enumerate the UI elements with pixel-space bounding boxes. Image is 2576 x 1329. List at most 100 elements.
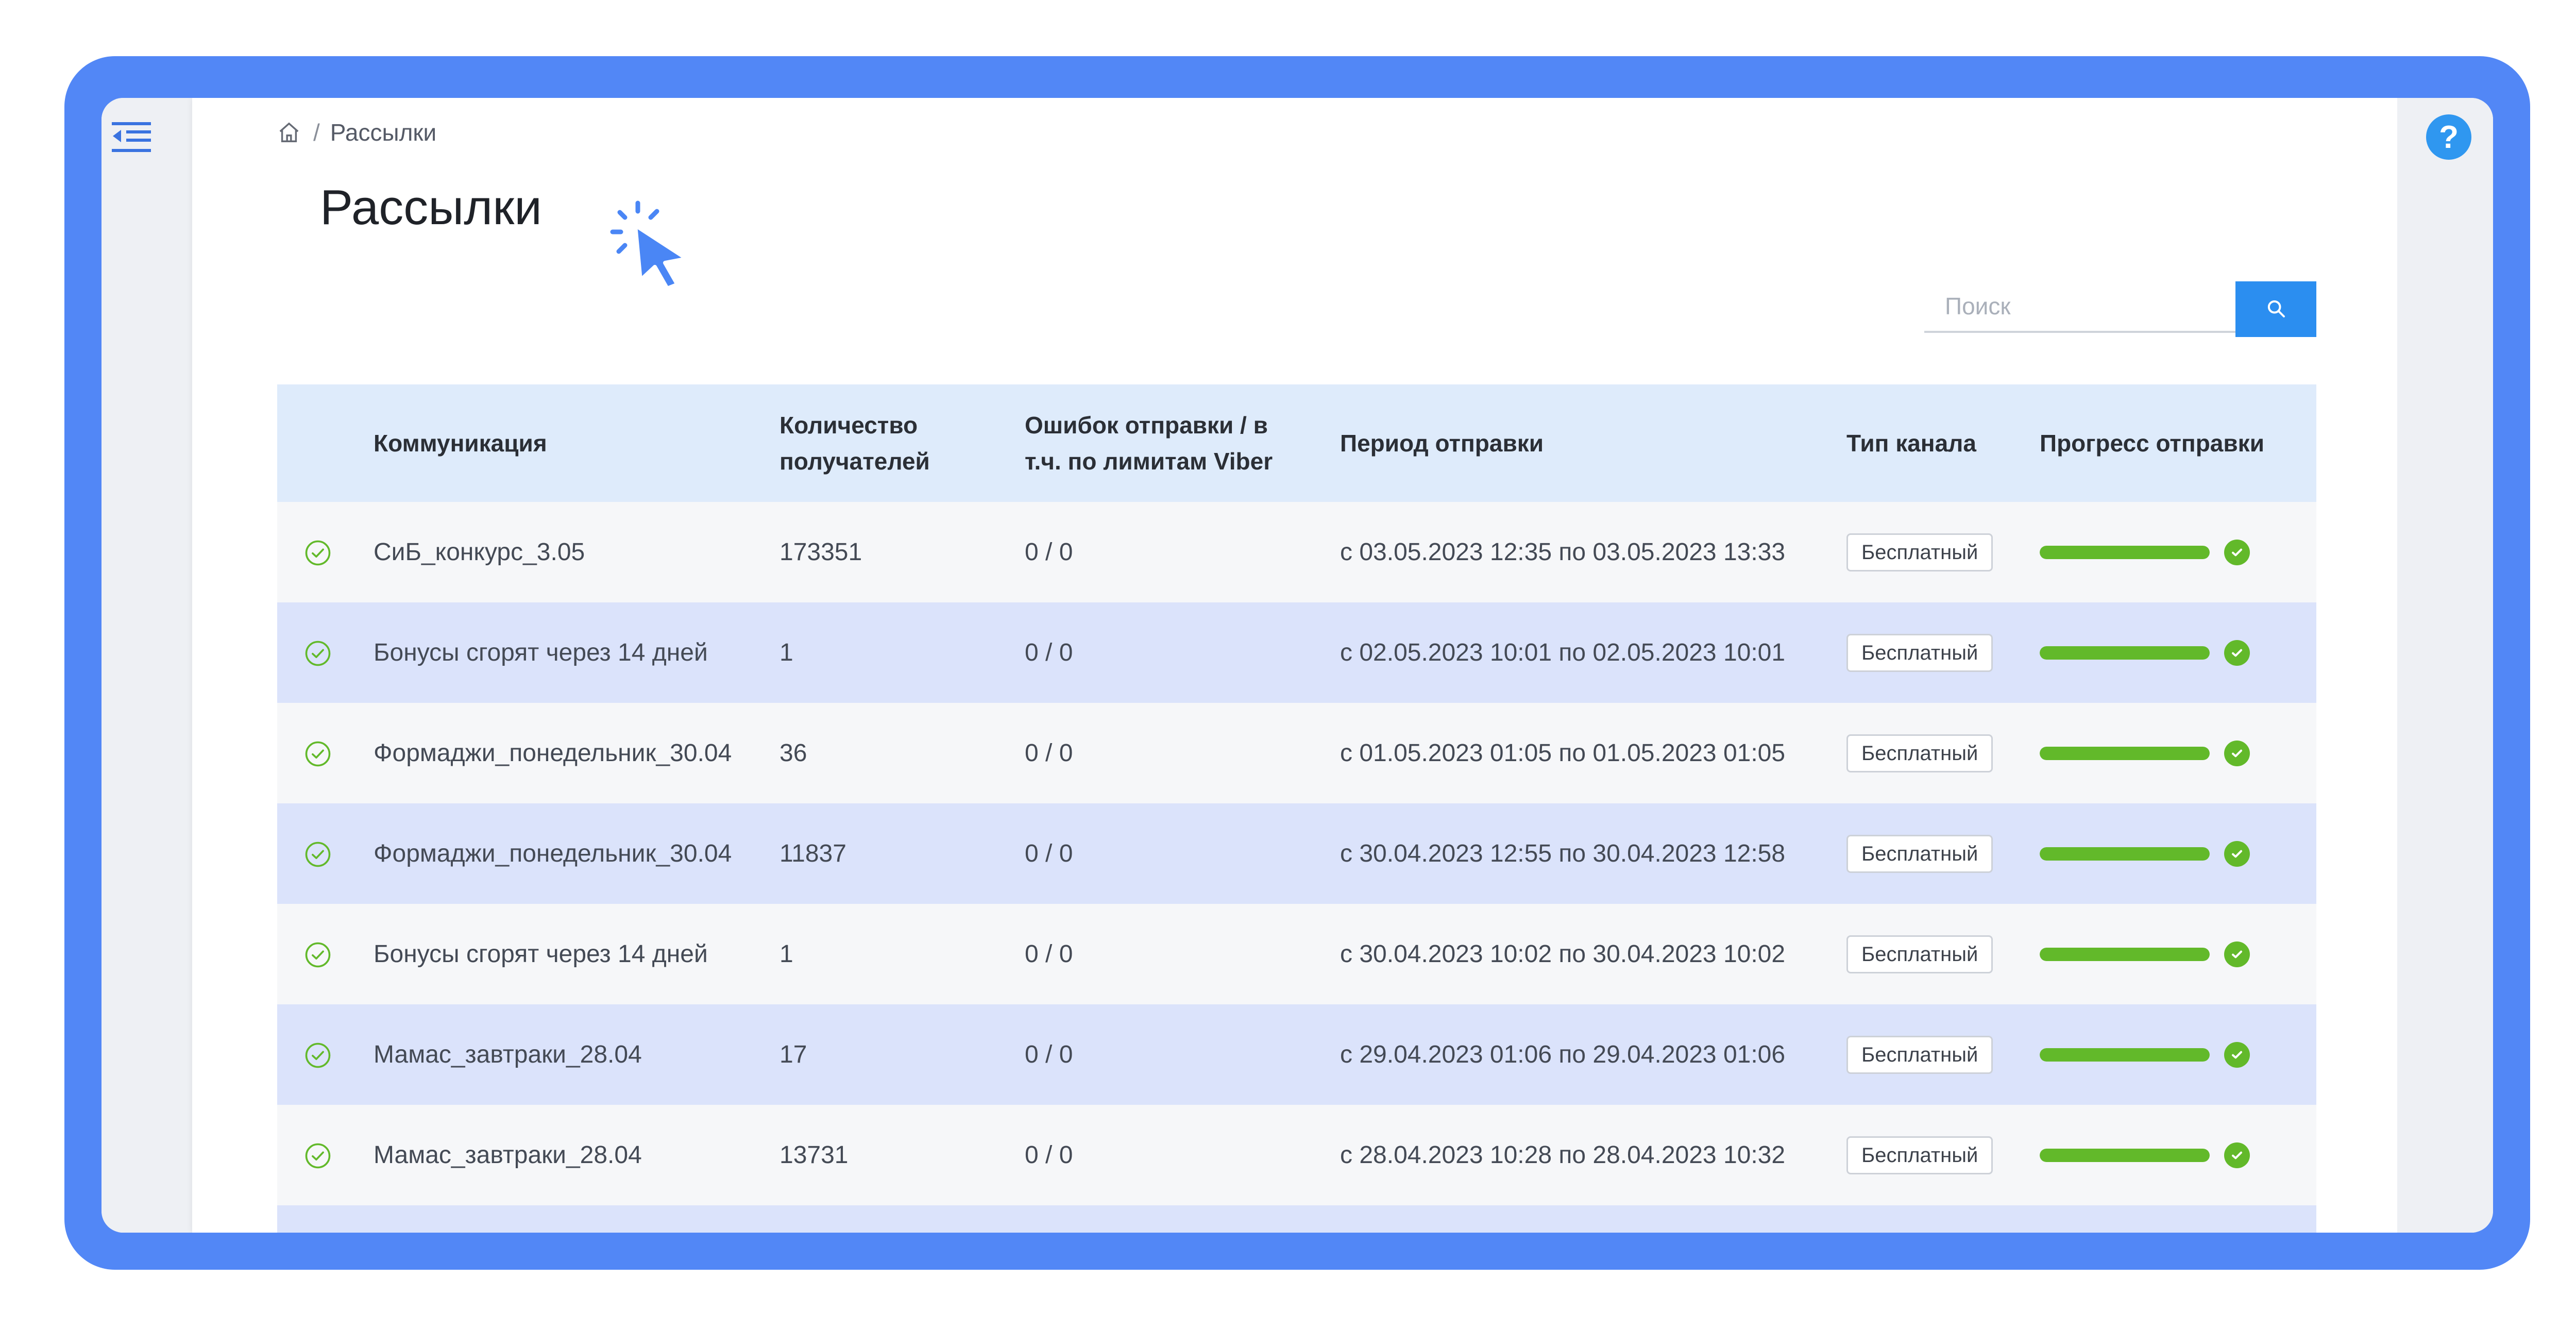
table-row[interactable]: СиБ_конкурс_3.05 173351 0 / 0с 03.05.2023 … <box>277 502 2316 602</box>
check-circle-icon <box>304 539 332 567</box>
progress-fill <box>2040 746 2210 760</box>
send-period: с 30.04.2023 10:02 по 30.04.2023 10:02 <box>1340 904 1846 1004</box>
channel-cell: Бесплатный <box>1846 703 2040 803</box>
status-cell <box>277 502 374 602</box>
errors-count: 0 / 0 <box>1025 1105 1340 1205</box>
column-header-period[interactable]: Период отправки <box>1340 384 1846 502</box>
check-circle-icon <box>304 941 332 969</box>
status-cell <box>277 703 374 803</box>
communication-name[interactable]: СиБ_конкурс_3.05 <box>374 502 779 602</box>
recipients-count: 1 <box>779 904 1025 1004</box>
search-button[interactable] <box>2235 281 2316 337</box>
check-circle-icon <box>304 1041 332 1069</box>
progress-fill <box>2040 847 2210 861</box>
progress-bar <box>2040 1048 2210 1062</box>
table-row[interactable]: Бонусы сгорят через 14 дней 1 0 / 0с 30.04… <box>277 904 2316 1004</box>
column-header-communication[interactable]: Коммуникация <box>374 384 779 502</box>
app-frame: / Рассылки Рассылки Поиск Коммуникация К… <box>64 56 2530 1270</box>
channel-cell: Бесплатный <box>1846 1004 2040 1105</box>
send-period: с 01.05.2023 01:05 по 01.05.2023 01:05 <box>1340 703 1846 803</box>
done-check-icon <box>2224 1142 2250 1168</box>
table-row[interactable]: Бонусы сгорят через 14 дней 1 0 / 0с 02.05… <box>277 602 2316 703</box>
main-content: / Рассылки Рассылки Поиск Коммуникация К… <box>192 98 2397 1233</box>
mailings-table: Коммуникация Количество получателей Ошиб… <box>277 384 2316 1233</box>
done-check-icon <box>2224 640 2250 666</box>
done-check-icon <box>2224 1041 2250 1068</box>
progress-cell <box>2040 1004 2316 1105</box>
progress-cell <box>2040 502 2316 602</box>
communication-name[interactable]: Бонусы сгорят через 14 дней <box>374 904 779 1004</box>
status-cell <box>277 1004 374 1105</box>
recipients-count: 11837 <box>779 803 1025 904</box>
channel-badge: Бесплатный <box>1846 633 1993 672</box>
progress-fill <box>2040 1048 2210 1062</box>
progress-fill <box>2040 947 2210 961</box>
progress-bar <box>2040 847 2210 861</box>
status-column-header <box>277 384 374 502</box>
search-input[interactable] <box>1924 281 2235 333</box>
search-icon <box>2266 298 2286 321</box>
progress-bar <box>2040 646 2210 660</box>
progress-cell <box>2040 1105 2316 1205</box>
recipients-count: 173351 <box>779 502 1025 602</box>
communication-name[interactable]: Формаджи_понедельник_30.04 <box>374 803 779 904</box>
progress-cell <box>2040 703 2316 803</box>
channel-badge: Бесплатный <box>1846 734 1993 772</box>
channel-cell: Бесплатный <box>1846 803 2040 904</box>
table-row[interactable]: Формаджи_понедельник_30.04 11837 0 / 0с 30… <box>277 803 2316 904</box>
done-check-icon <box>2224 941 2250 967</box>
progress-bar <box>2040 545 2210 559</box>
breadcrumb: / Рассылки <box>277 119 436 146</box>
communication-name[interactable]: Мамас_завтраки_28.04 <box>374 1004 779 1105</box>
errors-count: 0 / 0 <box>1025 602 1340 703</box>
done-check-icon <box>2224 840 2250 867</box>
send-period: с 30.04.2023 12:55 по 30.04.2023 12:58 <box>1340 803 1846 904</box>
channel-cell: Бесплатный <box>1846 904 2040 1004</box>
send-period: с 29.04.2023 01:06 по 29.04.2023 01:06 <box>1340 1004 1846 1105</box>
errors-count: 0 / 0 <box>1025 703 1340 803</box>
check-circle-icon <box>304 840 332 868</box>
send-period: с 28.04.2023 10:28 по 28.04.2023 10:32 <box>1340 1105 1846 1205</box>
breadcrumb-current[interactable]: Рассылки <box>330 119 436 146</box>
search-bar <box>1924 281 2316 337</box>
column-header-recipients-label: Количество получателей <box>779 412 930 475</box>
recipients-count: 17 <box>779 1004 1025 1105</box>
collapse-menu-icon[interactable] <box>107 113 156 162</box>
partial-row-cell <box>277 1205 2316 1233</box>
column-header-errors-label: Ошибок отправки / в т.ч. по лимитам Vibe… <box>1025 412 1273 475</box>
check-circle-icon <box>304 740 332 768</box>
communication-name[interactable]: Формаджи_понедельник_30.04 <box>374 703 779 803</box>
channel-badge: Бесплатный <box>1846 533 1993 571</box>
column-header-recipients[interactable]: Количество получателей <box>779 384 1025 502</box>
progress-fill <box>2040 646 2210 660</box>
send-period: с 03.05.2023 12:35 по 03.05.2023 13:33 <box>1340 502 1846 602</box>
channel-badge: Бесплатный <box>1846 1035 1993 1074</box>
table-row[interactable]: Мамас_завтраки_28.04 17 0 / 0с 29.04.2023 … <box>277 1004 2316 1105</box>
column-header-progress[interactable]: Прогресс отправки <box>2040 384 2316 502</box>
check-circle-icon <box>304 640 332 667</box>
errors-count: 0 / 0 <box>1025 803 1340 904</box>
progress-cell <box>2040 904 2316 1004</box>
check-circle-icon <box>304 1142 332 1170</box>
recipients-count: 1 <box>779 602 1025 703</box>
table-row[interactable]: Мамас_завтраки_28.04 13731 0 / 0с 28.04.20… <box>277 1105 2316 1205</box>
table-row[interactable]: Формаджи_понедельник_30.04 36 0 / 0с 01.05… <box>277 703 2316 803</box>
home-icon[interactable] <box>277 120 303 145</box>
progress-bar <box>2040 746 2210 760</box>
help-icon[interactable]: ? <box>2426 114 2471 160</box>
column-header-channel[interactable]: Тип канала <box>1846 384 2040 502</box>
right-rail: ? <box>2397 98 2493 1233</box>
channel-cell: Бесплатный <box>1846 502 2040 602</box>
status-cell <box>277 602 374 703</box>
column-header-errors[interactable]: Ошибок отправки / в т.ч. по лимитам Vibe… <box>1025 384 1340 502</box>
click-cursor-icon <box>609 197 713 291</box>
errors-count: 0 / 0 <box>1025 904 1340 1004</box>
app-window: / Рассылки Рассылки Поиск Коммуникация К… <box>101 98 2493 1233</box>
communication-name[interactable]: Мамас_завтраки_28.04 <box>374 1105 779 1205</box>
progress-fill <box>2040 1148 2210 1162</box>
channel-cell: Бесплатный <box>1846 602 2040 703</box>
communication-name[interactable]: Бонусы сгорят через 14 дней <box>374 602 779 703</box>
channel-badge: Бесплатный <box>1846 1136 1993 1174</box>
status-cell <box>277 1105 374 1205</box>
channel-badge: Бесплатный <box>1846 834 1993 873</box>
